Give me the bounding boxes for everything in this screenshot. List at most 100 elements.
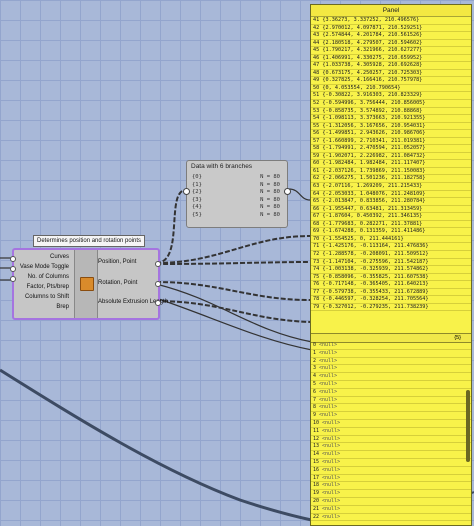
branch-path: {0} xyxy=(192,174,202,180)
data-viewer-title: Data with 6 branches xyxy=(191,163,253,170)
lower-wire-1 xyxy=(155,283,313,343)
input-pin-curves[interactable] xyxy=(10,256,16,262)
null-value: <null> xyxy=(322,451,341,458)
null-index: 6 xyxy=(313,388,317,395)
panel-null-row: 8 <null> xyxy=(311,404,471,413)
null-value: <null> xyxy=(319,404,338,411)
panel-row: 69 {-1.674288, 0.131359, 211.411486} xyxy=(311,228,471,236)
panel-null-row: 13 <null> xyxy=(311,443,471,452)
input-factor-pts-brep[interactable]: Factor, Pts/brep xyxy=(14,282,72,292)
panel-row: 65 {-2.013847, 0.833856, 211.280784} xyxy=(311,198,471,206)
panel-row: 76 {-0.717148, -0.365405, 211.640213} xyxy=(311,281,471,289)
input-vase-mode-toggle[interactable]: Vase Mode Toggle xyxy=(14,262,72,272)
panel-null-row: 20 <null> xyxy=(311,498,471,506)
null-index: 7 xyxy=(313,396,317,403)
null-value: <null> xyxy=(319,380,338,387)
null-value: <null> xyxy=(322,505,341,512)
branch-row: {3} N = 80 xyxy=(192,197,280,205)
panel-row: 60 {-1.982484, 1.982484, 211.117407} xyxy=(311,160,471,168)
null-index: 14 xyxy=(313,451,320,458)
null-index: 10 xyxy=(313,419,320,426)
branch-list: {0} N = 80 {1} N = 80 {2} N = 80 {3} N = 80 {4} N… xyxy=(192,174,280,219)
output-pin-extrusion[interactable] xyxy=(155,300,161,306)
panel-row: 74 {-1.003138, -0.325939, 211.574862} xyxy=(311,266,471,274)
input-no-of-columns[interactable]: No. of Columns xyxy=(14,272,72,282)
data-node-wire-in xyxy=(155,189,187,264)
panel-row: 72 {-1.288578, -0.208091, 211.509512} xyxy=(311,251,471,259)
null-index: 17 xyxy=(313,474,320,481)
panel-row: 52 {-0.594996, 3.756444, 210.856005} xyxy=(311,100,471,108)
output-rotation-point[interactable]: Rotation, Point xyxy=(98,280,137,286)
null-value: <null> xyxy=(319,357,338,364)
branch-count: N = 80 xyxy=(260,189,280,195)
position-rotation-component[interactable]: Curves Vase Mode Toggle No. of Columns Fact… xyxy=(10,248,168,320)
null-value: <null> xyxy=(322,490,341,497)
panel-null-row: 7 <null> xyxy=(311,397,471,405)
component-core[interactable] xyxy=(74,250,98,318)
panel-row: 71 {-1.425176, -0.113164, 211.476836} xyxy=(311,243,471,251)
input-brep[interactable]: Brep xyxy=(14,302,72,312)
panel-null-row: 16 <null> xyxy=(311,467,471,475)
panel-row: 45 {1.790217, 4.321966, 210.627277} xyxy=(311,47,471,55)
panel-row: 62 {-2.066275, 1.501236, 211.182758} xyxy=(311,175,471,184)
component-icon xyxy=(80,277,94,291)
data-viewer-input-grip[interactable] xyxy=(183,188,190,195)
panel-branch-label: {5} xyxy=(454,335,461,341)
panel-null-row: 15 <null> xyxy=(311,459,471,467)
null-index: 4 xyxy=(313,373,317,380)
null-index: 8 xyxy=(313,404,317,411)
null-value: <null> xyxy=(322,419,341,426)
panel-null-row: 17 <null> xyxy=(311,475,471,483)
branch-row: {1} N = 80 xyxy=(192,182,280,190)
panel-null-list: 0 <null> 1 <null> 2 <null> 3 <null> 4 <null> 5 <nul… xyxy=(311,342,471,522)
panel-null-row: 19 <null> xyxy=(311,490,471,498)
panel-null-row: 0 <null> xyxy=(311,342,471,350)
data-viewer-node[interactable]: Data with 6 branches {0} N = 80 {1} N = 80{… xyxy=(183,160,291,228)
null-value: <null> xyxy=(322,443,341,450)
null-value: <null> xyxy=(319,388,338,395)
null-index: 20 xyxy=(313,497,320,504)
input-pin-columns[interactable] xyxy=(10,276,16,282)
panel-row: 61 {-2.037126, 1.739869, 211.150083} xyxy=(311,168,471,176)
input-columns-to-shift[interactable]: Columns to Shift xyxy=(14,292,72,302)
data-node-wire-out xyxy=(288,188,311,201)
branch-count: N = 80 xyxy=(260,196,280,203)
panel-title: Panel xyxy=(311,5,471,17)
null-index: 22 xyxy=(313,513,320,520)
null-index: 3 xyxy=(313,365,317,372)
panel-null-row: 21 <null> xyxy=(311,506,471,514)
null-index: 5 xyxy=(313,380,317,387)
output-pin-rotation[interactable] xyxy=(155,281,161,287)
panel-row: 49 {0.327825, 4.166416, 210.757978} xyxy=(311,77,471,85)
panel-component[interactable]: Panel 41 {3.36273, 3.337252, 210.496576}… xyxy=(310,4,472,526)
panel-row: 47 {1.033738, 4.305928, 210.692628} xyxy=(311,62,471,70)
null-value: <null> xyxy=(322,497,341,504)
panel-row: 67 {-1.87604, 0.450392, 211.346135} xyxy=(311,213,471,221)
panel-row: 44 {2.180518, 4.279507, 210.594602} xyxy=(311,40,471,48)
panel-row: 58 {-1.794991, 2.470594, 211.052057} xyxy=(311,145,471,153)
null-value: <null> xyxy=(319,396,338,403)
null-value: <null> xyxy=(322,466,341,473)
output-pin-position[interactable] xyxy=(155,261,161,267)
component-inputs: Curves Vase Mode Toggle No. of Columns Fact… xyxy=(14,252,72,312)
null-index: 0 xyxy=(313,342,317,348)
null-value: <null> xyxy=(322,482,341,489)
branch-path: {5} xyxy=(192,211,202,218)
panel-null-row: 2 <null> xyxy=(311,358,471,366)
canvas-curve xyxy=(0,368,351,526)
panel-null-row: 14 <null> xyxy=(311,451,471,459)
panel-null-row: 22 <null> xyxy=(311,514,471,522)
input-pin-vase-mode[interactable] xyxy=(10,266,16,272)
null-value: <null> xyxy=(322,427,341,434)
panel-row: 51 {-0.30822, 3.916303, 210.823329} xyxy=(311,92,471,101)
panel-scrollbar[interactable] xyxy=(466,390,470,462)
panel-row: 73 {-1.147104, -0.275596, 211.542187} xyxy=(311,259,471,267)
branch-count: N = 80 xyxy=(260,204,280,210)
input-curves[interactable]: Curves xyxy=(14,252,72,262)
panel-null-row: 6 <null> xyxy=(311,389,471,397)
panel-row: 79 {-0.327012, -0.279235, 211.738239} xyxy=(311,304,471,312)
output-position-point[interactable]: Position, Point xyxy=(98,259,136,265)
data-viewer-output-grip[interactable] xyxy=(284,188,291,195)
null-index: 13 xyxy=(313,443,320,450)
null-value: <null> xyxy=(322,435,341,442)
